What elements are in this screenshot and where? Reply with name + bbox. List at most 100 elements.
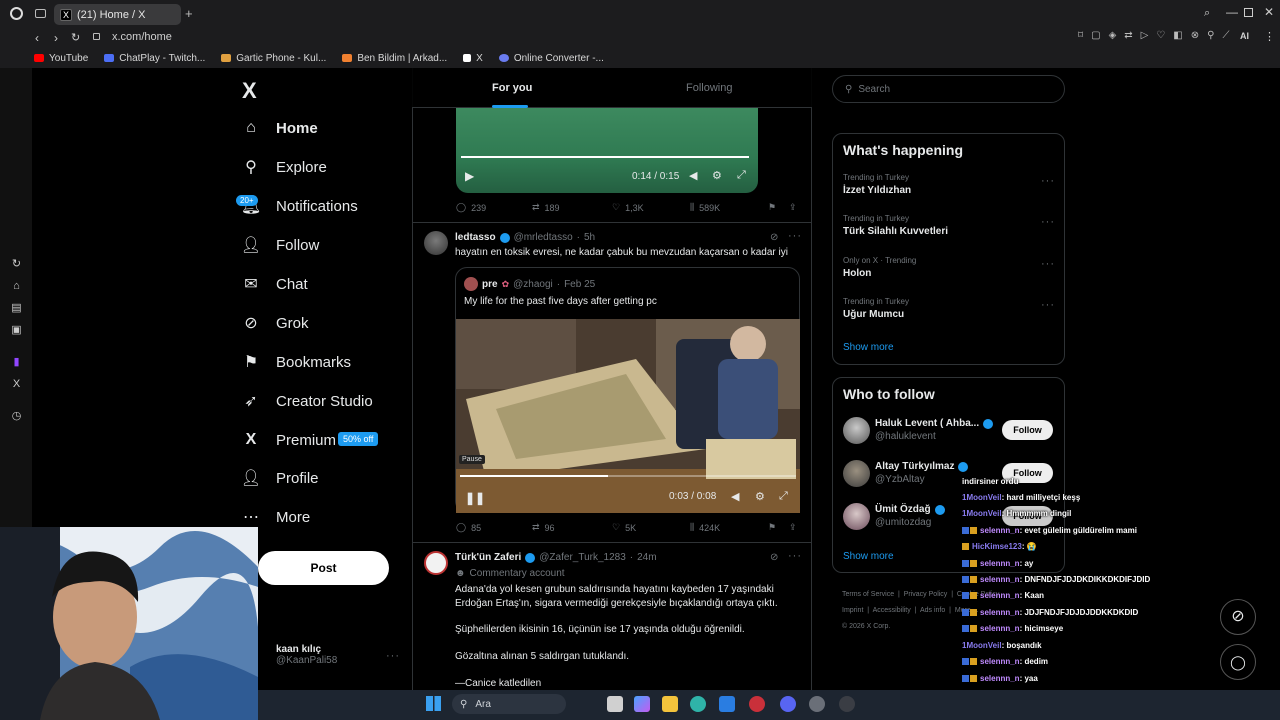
video1-progress[interactable]: [461, 156, 749, 158]
twitch-icon[interactable]: ▮: [10, 356, 23, 369]
nav-explore[interactable]: ⚲ Explore: [242, 158, 327, 177]
nav-home[interactable]: ⌂ Home: [242, 119, 318, 137]
taskview-icon[interactable]: [607, 696, 623, 712]
share-icon-2[interactable]: ⇪: [789, 522, 797, 533]
bookmark-x[interactable]: X: [463, 53, 483, 64]
taskbar-search[interactable]: ⚲ Ara: [452, 694, 566, 714]
like-button-2[interactable]: ♡ 5K: [612, 522, 636, 533]
reader-icon[interactable]: ⌂: [10, 280, 23, 293]
trend-more-icon[interactable]: ···: [1041, 216, 1055, 228]
bookmark-chatplay[interactable]: ChatPlay - Twitch...: [104, 53, 205, 64]
play-icon[interactable]: ▶: [465, 169, 474, 183]
bookmark-benbildim[interactable]: Ben Bildim | Arkad...: [342, 53, 447, 64]
chat-float-button[interactable]: ◯: [1220, 644, 1256, 680]
grok-float-button[interactable]: ⊘: [1220, 599, 1256, 635]
suggested-user[interactable]: Ümit Özdağ @umitozdag: [875, 504, 945, 528]
notes-icon[interactable]: ▤: [10, 302, 23, 315]
reply-button-1[interactable]: ◯ 239: [456, 202, 486, 213]
clock-icon[interactable]: ◷: [10, 410, 23, 423]
post-more-icon[interactable]: ···: [788, 550, 802, 562]
suggested-user[interactable]: Altay Türkyılmaz @YzbAltay: [875, 461, 969, 485]
trend-item[interactable]: Trending in Turkey Uğur Mumcu ···: [843, 297, 1055, 320]
nav-profile[interactable]: 👤︎ Profile: [241, 469, 319, 488]
minimize-icon[interactable]: —: [1226, 5, 1238, 19]
nav-chat[interactable]: ✉ Chat: [242, 275, 307, 294]
avatar[interactable]: [843, 503, 870, 530]
repost-button-1[interactable]: ⇄ 189: [532, 202, 560, 213]
x-logo-icon[interactable]: X: [242, 78, 257, 104]
footer-link[interactable]: Privacy Policy: [904, 591, 948, 598]
fullscreen-icon[interactable]: ⤢: [779, 490, 788, 503]
x-rail-icon[interactable]: X: [10, 378, 23, 391]
bookmark-youtube[interactable]: YouTube: [34, 53, 88, 64]
ai-icon[interactable]: AI: [1240, 31, 1249, 41]
views-1[interactable]: ⫼ 589K: [690, 202, 720, 213]
trend-more-icon[interactable]: ···: [1041, 299, 1055, 311]
pause-icon[interactable]: ❚❚: [465, 491, 485, 505]
footer-link[interactable]: Imprint: [842, 607, 863, 614]
author-name[interactable]: Türk'ün Zaferi: [455, 552, 521, 563]
bookmark-icon-2[interactable]: ⚑: [768, 522, 776, 533]
messenger-icon[interactable]: ▣: [10, 324, 23, 337]
tab-following[interactable]: Following: [686, 82, 732, 94]
post-time[interactable]: 24m: [637, 552, 656, 563]
nav-follow[interactable]: 👤︎ Follow: [241, 236, 320, 255]
post-more-icon[interactable]: ···: [788, 230, 802, 242]
fullscreen-icon[interactable]: ⤢: [737, 169, 746, 182]
settings-icon[interactable]: ⚙: [755, 490, 765, 503]
trend-item[interactable]: Trending in Turkey İzzet Yıldızhan ···: [843, 173, 1055, 196]
footer-link[interactable]: Ads info: [920, 607, 945, 614]
footer-link[interactable]: Terms of Service: [842, 591, 894, 598]
repost-button-2[interactable]: ⇄ 96: [532, 522, 555, 533]
volume-icon[interactable]: ◀︎: [689, 169, 697, 182]
tab-switcher-icon[interactable]: [35, 9, 46, 18]
post-time[interactable]: 5h: [584, 232, 595, 243]
nav-more[interactable]: ⋯ More: [242, 508, 310, 527]
window-search-icon[interactable]: ⌕: [1204, 7, 1210, 20]
bookmark-icon-1[interactable]: ⚑: [768, 202, 776, 213]
trend-more-icon[interactable]: ···: [1041, 258, 1055, 270]
like-button-1[interactable]: ♡ 1,3K: [612, 202, 644, 213]
file-explorer-icon[interactable]: [662, 696, 678, 712]
nav-grok[interactable]: ⊘ Grok: [242, 314, 308, 333]
suggested-user[interactable]: Haluk Levent ( Ahba... @haluklevent: [875, 418, 994, 442]
nav-premium[interactable]: X Premium: [242, 431, 336, 449]
url-field[interactable]: x.com/home: [112, 31, 172, 43]
tab-for-you[interactable]: For you: [492, 82, 532, 94]
grok-post-icon[interactable]: ⊘: [770, 552, 778, 563]
back-icon[interactable]: ‹: [35, 31, 39, 45]
browser-logo-icon[interactable]: [10, 7, 23, 20]
trends-show-more[interactable]: Show more: [843, 342, 894, 353]
views-2[interactable]: ⫼ 424K: [690, 522, 720, 533]
close-window-icon[interactable]: ✕: [1264, 5, 1274, 19]
avatar[interactable]: [424, 551, 448, 575]
reply-button-2[interactable]: ◯ 85: [456, 522, 481, 533]
author-handle[interactable]: @mrledtasso: [514, 232, 573, 243]
reload-icon[interactable]: ↻: [71, 31, 80, 44]
author-name[interactable]: ledtasso: [455, 232, 496, 243]
trend-item[interactable]: Trending in Turkey Türk Silahlı Kuvvetle…: [843, 214, 1055, 237]
nav-bookmarks[interactable]: ⚑ Bookmarks: [242, 353, 351, 372]
nav-notifications[interactable]: 🔔︎ Notifications: [241, 197, 358, 216]
nav-creator-studio[interactable]: ➶ Creator Studio: [242, 392, 372, 411]
store-icon[interactable]: [719, 696, 735, 712]
volume-icon[interactable]: ◀︎: [731, 490, 739, 503]
opera-icon[interactable]: [749, 696, 765, 712]
menu-icon[interactable]: ⋮: [1264, 30, 1275, 43]
browser-toolbar-icons[interactable]: ⌑▢◈⇄▷♡◧⊗⚲⟋: [1078, 30, 1237, 41]
trend-more-icon[interactable]: ···: [1041, 175, 1055, 187]
avatar[interactable]: [424, 231, 448, 255]
who-show-more[interactable]: Show more: [843, 551, 894, 562]
forward-icon[interactable]: ›: [54, 31, 58, 45]
account-more-icon[interactable]: ···: [386, 650, 400, 662]
share-icon-1[interactable]: ⇪: [789, 202, 797, 213]
obs-icon[interactable]: [839, 696, 855, 712]
video2-progress-track[interactable]: [460, 475, 796, 477]
avatar[interactable]: [843, 417, 870, 444]
trend-item[interactable]: Only on X · Trending Holon ···: [843, 256, 1055, 279]
bookmark-converter[interactable]: Online Converter -...: [498, 53, 604, 64]
browser-tab-home[interactable]: X (21) Home / X: [54, 4, 181, 25]
maximize-icon[interactable]: [1244, 8, 1253, 17]
copilot-icon[interactable]: [634, 696, 650, 712]
windows-start-icon[interactable]: [426, 696, 441, 711]
